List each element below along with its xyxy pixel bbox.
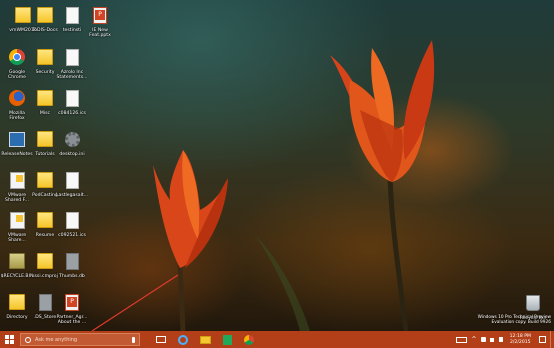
microphone-icon[interactable]	[132, 337, 135, 343]
show-desktop-button[interactable]	[550, 331, 554, 348]
document-icon	[63, 87, 81, 109]
start-button[interactable]	[0, 331, 18, 348]
internet-explorer-icon	[178, 334, 188, 345]
desktop-icon-desktop-ini[interactable]: desktop.ini	[49, 128, 95, 157]
clock[interactable]: 12:18 PM 2/2/2015	[510, 334, 531, 346]
search-input[interactable]	[35, 336, 125, 343]
taskbar-internet-explorer[interactable]	[172, 331, 194, 348]
icon-label: desktop.ini	[59, 152, 85, 157]
icon-label: Azrolo Inc Statements...	[56, 70, 88, 81]
desktop-icon-azrolo-statements[interactable]: Azrolo Inc Statements...	[49, 46, 95, 81]
notifications-icon[interactable]	[539, 336, 546, 343]
document-icon	[63, 209, 81, 231]
store-icon	[222, 334, 232, 345]
clock-date: 2/2/2015	[509, 339, 531, 345]
cortana-icon	[25, 336, 31, 343]
taskbar-chrome[interactable]	[238, 331, 260, 348]
watermark-line-2: Evaluation copy. Build 9926	[491, 320, 551, 326]
icon-label: IE New Feat.pptx	[89, 28, 111, 39]
desktop-icon-ie-new-feat[interactable]: P IE New Feat.pptx	[77, 4, 123, 39]
desktop-icon-partner-agreement[interactable]: P Partner_Agr... About the ...	[49, 291, 95, 326]
icon-label: Thumbs.db	[59, 274, 85, 279]
icon-label: Partner_Agr... About the ...	[56, 315, 88, 326]
windows-watermark: Windows 10 Pro Technical Preview Evaluat…	[478, 315, 551, 326]
desktop-icon-c092521[interactable]: c092521.ics	[49, 209, 95, 238]
desktop-icon-lastlegasalt[interactable]: Lastlegasalt...	[49, 169, 95, 198]
windows-logo-icon	[4, 335, 14, 344]
file-explorer-icon	[199, 335, 211, 344]
document-icon	[63, 46, 81, 68]
taskbar-file-explorer[interactable]	[194, 331, 216, 348]
touch-keyboard-icon[interactable]	[455, 336, 467, 343]
taskbar-store[interactable]	[216, 331, 238, 348]
flag-icon[interactable]	[497, 331, 506, 348]
powerpoint-icon: P	[91, 4, 109, 26]
desktop-icon-thumbs-db[interactable]: Thumbs.db	[49, 250, 95, 279]
recycle-bin-icon	[524, 292, 542, 314]
icon-label: Lastlegasalt...	[55, 193, 89, 198]
settings-file-icon	[63, 250, 81, 272]
search-box[interactable]	[20, 333, 140, 346]
chrome-icon	[244, 334, 254, 345]
show-hidden-icons-icon[interactable]: ^	[470, 331, 479, 348]
volume-icon[interactable]	[488, 331, 497, 348]
desktop-icon-c084126[interactable]: c084126.ics	[49, 87, 95, 116]
taskbar: ^ 12:18 PM 2/2/2015	[0, 331, 554, 348]
settings-file-icon	[63, 128, 81, 150]
desktop: vmWM2010 ToDIS-Docs testinsti P IE New F…	[0, 0, 554, 348]
icon-label: c084126.ics	[58, 111, 86, 116]
task-view-button[interactable]	[150, 331, 172, 348]
powerpoint-icon: P	[63, 291, 81, 313]
document-icon	[63, 169, 81, 191]
task-view-icon	[156, 336, 166, 343]
clock-time: 12:18 PM	[509, 333, 531, 339]
system-tray: ^ 12:18 PM 2/2/2015	[453, 331, 554, 348]
icon-label: c092521.ics	[58, 233, 86, 238]
network-icon[interactable]	[479, 331, 488, 348]
